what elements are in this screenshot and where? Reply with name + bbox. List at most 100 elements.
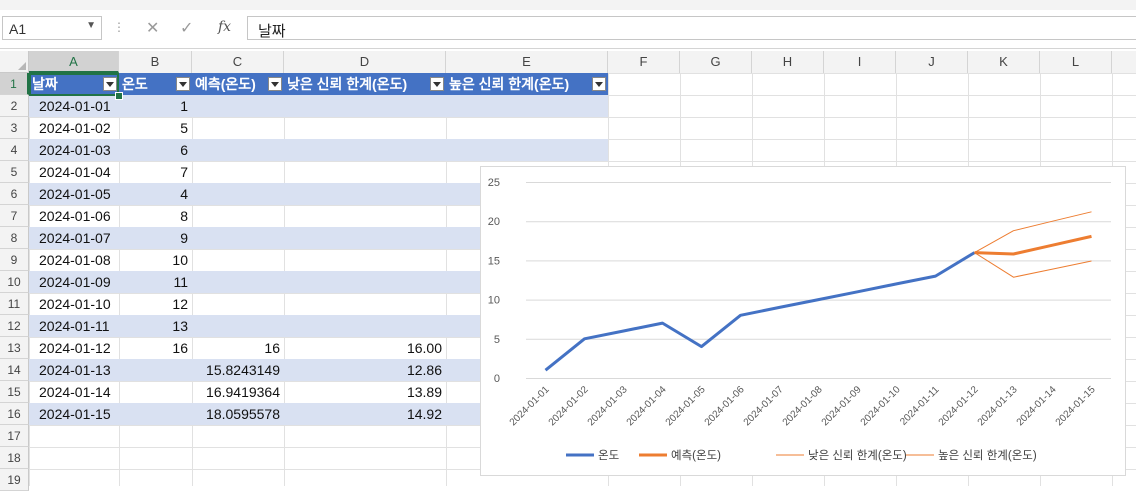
enter-icon[interactable]: ✓ [180,18,193,38]
row-header-13[interactable]: 13 [0,337,29,359]
row-header-17[interactable]: 17 [0,425,29,447]
row-header-5[interactable]: 5 [0,161,29,183]
table-cell[interactable] [119,403,192,425]
table-cell[interactable]: 16.00 [284,337,446,359]
table-cell[interactable]: 14.92 [284,403,446,425]
table-cell[interactable]: 2024-01-03 [29,139,119,161]
row-header-10[interactable]: 10 [0,271,29,293]
table-cell[interactable]: 2024-01-02 [29,117,119,139]
row-header-3[interactable]: 3 [0,117,29,139]
table-cell[interactable]: 9 [119,227,192,249]
filter-dropdown-icon[interactable] [592,77,606,91]
column-header-f[interactable]: F [608,51,680,73]
table-cell[interactable]: 2024-01-07 [29,227,119,249]
row-header-15[interactable]: 15 [0,381,29,403]
row-header-18[interactable]: 18 [0,447,29,469]
table-cell[interactable] [192,95,284,117]
row-header-12[interactable]: 12 [0,315,29,337]
table-cell[interactable] [192,315,284,337]
row-header-9[interactable]: 9 [0,249,29,271]
cancel-icon[interactable]: ✕ [146,18,159,38]
table-cell[interactable]: 16 [119,337,192,359]
table-cell[interactable]: 4 [119,183,192,205]
table-header-cell[interactable]: 온도 [119,73,192,95]
table-cell[interactable]: 2024-01-14 [29,381,119,403]
table-cell[interactable] [119,381,192,403]
filter-dropdown-icon[interactable] [176,77,190,91]
row-header-19[interactable]: 19 [0,469,29,491]
table-cell[interactable] [446,95,608,117]
filter-dropdown-icon[interactable] [268,77,282,91]
table-cell[interactable]: 2024-01-01 [29,95,119,117]
table-cell[interactable]: 6 [119,139,192,161]
table-cell[interactable]: 13.89 [284,381,446,403]
column-header-e[interactable]: E [446,51,608,73]
row-header-7[interactable]: 7 [0,205,29,227]
table-cell[interactable]: 16.9419364 [192,381,284,403]
table-cell[interactable]: 2024-01-11 [29,315,119,337]
table-cell[interactable] [284,95,446,117]
column-header-a[interactable]: A [29,51,119,73]
column-header-h[interactable]: H [752,51,824,73]
row-header-2[interactable]: 2 [0,95,29,117]
table-cell[interactable] [192,227,284,249]
table-cell[interactable] [284,161,446,183]
table-cell[interactable]: 8 [119,205,192,227]
table-cell[interactable] [192,183,284,205]
more-icon[interactable]: ⋮ [113,20,125,34]
table-cell[interactable] [284,293,446,315]
table-header-cell[interactable]: 높은 신뢰 한계(온도) [446,73,608,95]
table-cell[interactable] [284,205,446,227]
table-cell[interactable] [284,271,446,293]
table-cell[interactable]: 12.86 [284,359,446,381]
name-box[interactable]: A1 ▼ [2,16,102,40]
table-cell[interactable] [446,117,608,139]
insert-function-icon[interactable]: fx [218,19,231,35]
table-cell[interactable] [119,359,192,381]
row-header-4[interactable]: 4 [0,139,29,161]
chart[interactable]: 0 5 10 15 20 25 2024-01-01 2024-01-02 2024-01-03… [480,166,1126,476]
table-cell[interactable]: 2024-01-06 [29,205,119,227]
row-header-11[interactable]: 11 [0,293,29,315]
row-header-8[interactable]: 8 [0,227,29,249]
column-header-i[interactable]: I [824,51,896,73]
table-cell[interactable] [192,139,284,161]
table-cell[interactable] [284,227,446,249]
select-all-button[interactable] [0,51,29,73]
table-cell[interactable]: 2024-01-08 [29,249,119,271]
chevron-down-icon[interactable]: ▼ [86,20,96,31]
formula-input[interactable]: 날짜 [247,16,1136,40]
table-cell[interactable]: 7 [119,161,192,183]
table-cell[interactable]: 15.8243149 [192,359,284,381]
table-cell[interactable] [192,271,284,293]
row-header-6[interactable]: 6 [0,183,29,205]
column-header-k[interactable]: K [968,51,1040,73]
filter-dropdown-icon[interactable] [430,77,444,91]
table-cell[interactable]: 2024-01-04 [29,161,119,183]
table-cell[interactable] [192,249,284,271]
table-cell[interactable]: 18.0595578 [192,403,284,425]
column-header-j[interactable]: J [896,51,968,73]
table-cell[interactable]: 2024-01-12 [29,337,119,359]
table-cell[interactable]: 2024-01-05 [29,183,119,205]
table-cell[interactable]: 5 [119,117,192,139]
column-header-b[interactable]: B [119,51,192,73]
table-cell[interactable]: 10 [119,249,192,271]
table-cell[interactable] [284,139,446,161]
table-cell[interactable]: 2024-01-13 [29,359,119,381]
table-cell[interactable] [284,315,446,337]
table-cell[interactable]: 12 [119,293,192,315]
fill-handle[interactable] [115,92,123,100]
table-header-cell[interactable]: 낮은 신뢰 한계(온도) [284,73,446,95]
table-cell[interactable]: 13 [119,315,192,337]
table-cell[interactable]: 1 [119,95,192,117]
table-cell[interactable]: 2024-01-09 [29,271,119,293]
table-cell[interactable] [192,293,284,315]
table-cell[interactable]: 2024-01-15 [29,403,119,425]
column-header-c[interactable]: C [192,51,284,73]
table-cell[interactable]: 16 [192,337,284,359]
row-header-1[interactable]: 1 [0,73,29,95]
table-header-cell[interactable]: 예측(온도) [192,73,284,95]
row-header-16[interactable]: 16 [0,403,29,425]
table-cell[interactable] [284,249,446,271]
